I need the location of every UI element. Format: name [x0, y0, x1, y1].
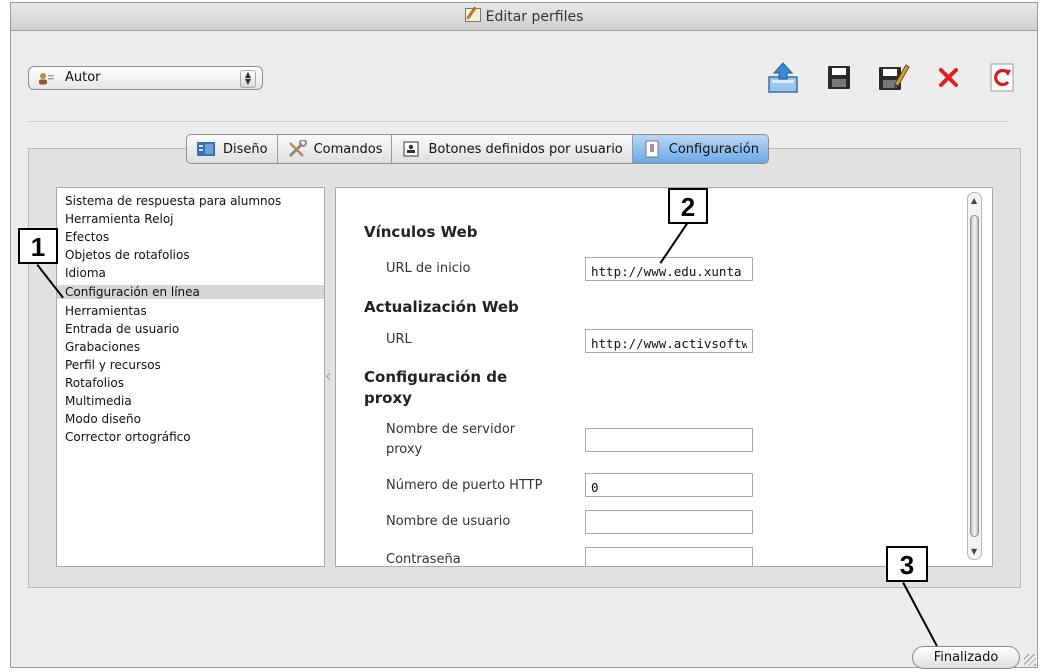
- proxy-heading-line1: Configuración de: [364, 368, 508, 386]
- profile-select[interactable]: Autor ▲ ▼: [28, 66, 263, 90]
- list-item[interactable]: Entrada de usuario: [65, 322, 179, 336]
- resize-grip-icon[interactable]: [1024, 654, 1036, 666]
- tab-bar: Diseño Comandos Botones definidos por us…: [186, 134, 769, 164]
- tab-diseno[interactable]: Diseño: [187, 135, 278, 163]
- proxy-server-label-line2: proxy: [386, 442, 423, 457]
- http-port-label: Número de puerto HTTP: [386, 478, 543, 493]
- tab-botones-definidos[interactable]: Botones definidos por usuario: [392, 135, 633, 163]
- list-item[interactable]: Modo diseño: [65, 412, 141, 426]
- proxy-heading-line2: proxy: [364, 389, 412, 407]
- scroll-thumb[interactable]: [970, 215, 979, 537]
- profile-editor-icon: [464, 8, 481, 22]
- username-input[interactable]: [585, 510, 753, 534]
- scroll-up-icon[interactable]: ▲: [971, 196, 977, 205]
- tab-comandos[interactable]: Comandos: [278, 135, 393, 163]
- tab-botones-label: Botones definidos por usuario: [428, 141, 623, 157]
- proxy-server-label-line1: Nombre de servidor: [386, 422, 516, 437]
- callout-2: 2: [668, 188, 708, 224]
- list-item[interactable]: Rotafolios: [65, 376, 124, 390]
- list-item[interactable]: Herramienta Reloj: [65, 212, 174, 226]
- tab-configuracion[interactable]: Configuración: [632, 135, 768, 163]
- list-item[interactable]: Multimedia: [65, 394, 132, 408]
- list-item[interactable]: Grabaciones: [65, 340, 140, 354]
- list-item-selected[interactable]: Configuración en línea: [57, 285, 324, 299]
- settings-page-icon: [645, 140, 659, 158]
- password-label: Contraseña: [386, 552, 461, 567]
- proxy-server-input[interactable]: [585, 428, 753, 452]
- list-item[interactable]: Corrector ortográfico: [65, 430, 191, 444]
- user-icon: [39, 73, 54, 85]
- password-input[interactable]: [585, 547, 753, 566]
- list-item[interactable]: Sistema de respuesta para alumnos: [65, 194, 281, 208]
- web-links-heading: Vínculos Web: [364, 223, 478, 241]
- select-arrows-icon: ▲ ▼: [240, 70, 256, 88]
- list-item[interactable]: Herramientas: [65, 304, 147, 318]
- scroll-down-icon[interactable]: ▼: [971, 547, 977, 556]
- list-item[interactable]: Idioma: [65, 266, 106, 280]
- tab-comandos-label: Comandos: [313, 141, 383, 157]
- tab-configuracion-label: Configuración: [668, 141, 759, 157]
- username-label: Nombre de usuario: [386, 514, 511, 529]
- http-port-input[interactable]: [585, 473, 753, 497]
- start-url-label: URL de inicio: [386, 261, 471, 276]
- start-url-input[interactable]: [585, 257, 753, 281]
- delete-icon[interactable]: [932, 60, 966, 94]
- window-title: Editar perfiles: [11, 8, 1037, 25]
- vertical-scrollbar[interactable]: ▲ ▼: [967, 192, 982, 560]
- profile-select-value: Autor: [65, 70, 101, 85]
- window-title-text: Editar perfiles: [485, 9, 584, 25]
- callout-3: 3: [886, 546, 928, 582]
- tab-diseno-label: Diseño: [223, 141, 268, 157]
- refresh-icon[interactable]: [986, 60, 1020, 94]
- edit-icon[interactable]: [876, 60, 910, 94]
- export-icon[interactable]: [766, 60, 800, 94]
- list-item[interactable]: Perfil y recursos: [65, 358, 161, 372]
- category-list[interactable]: Sistema de respuesta para alumnos Herram…: [56, 187, 325, 567]
- tools-icon: [288, 140, 307, 158]
- done-button[interactable]: Finalizado: [912, 646, 1020, 669]
- callout-1: 1: [18, 228, 58, 264]
- update-url-label: URL: [386, 332, 412, 347]
- title-bar[interactable]: Editar perfiles: [11, 3, 1037, 31]
- settings-pane: Vínculos Web URL de inicio Actualización…: [335, 187, 993, 567]
- update-url-input[interactable]: [585, 329, 753, 353]
- save-icon[interactable]: [822, 60, 856, 94]
- list-item[interactable]: Efectos: [65, 230, 109, 244]
- web-update-heading: Actualización Web: [364, 298, 519, 316]
- list-item[interactable]: Objetos de rotafolios: [65, 248, 190, 262]
- layout-icon: [197, 142, 215, 156]
- toolbar-divider: [28, 121, 1008, 122]
- user-button-icon: [403, 141, 420, 157]
